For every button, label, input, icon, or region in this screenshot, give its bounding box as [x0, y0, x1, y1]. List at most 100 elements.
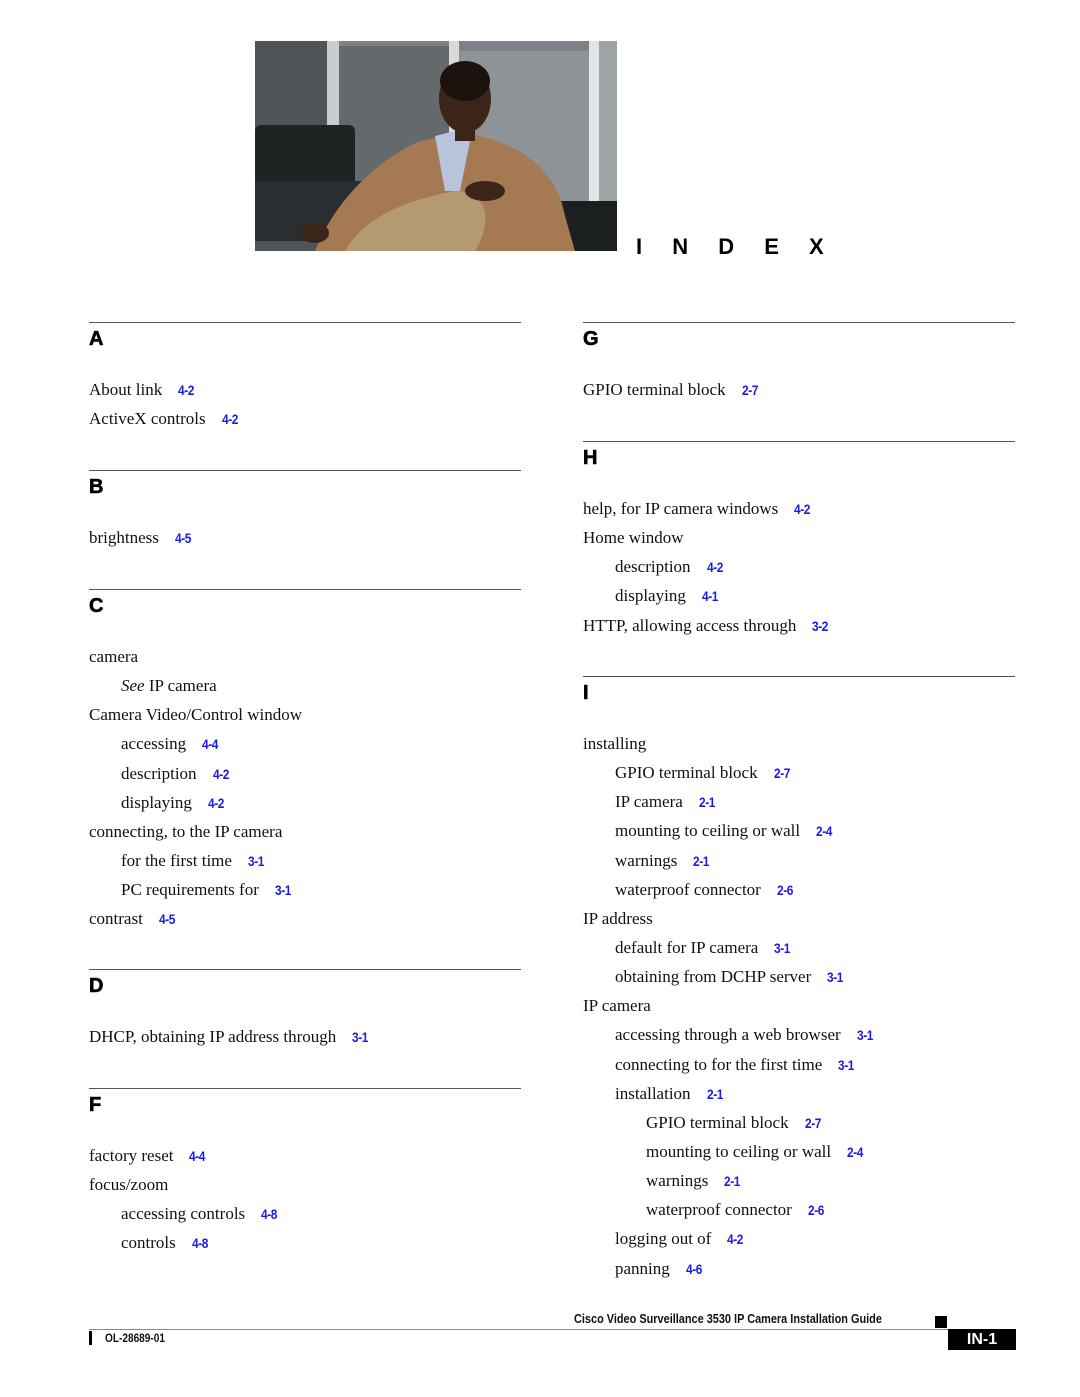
section-divider: [583, 322, 1015, 323]
section-letter: B: [89, 476, 104, 499]
index-entry: waterproof connector 2-6: [583, 1195, 1015, 1224]
entry-term: controls: [121, 1233, 176, 1253]
section-divider: [583, 676, 1015, 677]
entry-term: accessing controls: [121, 1204, 246, 1224]
index-entry: controls 4-8: [89, 1228, 521, 1257]
index-entry: About link 4-2: [89, 375, 521, 404]
page-reference-link[interactable]: 3-1: [857, 1021, 873, 1050]
page-reference-link[interactable]: 2-1: [699, 788, 715, 817]
page-reference-link[interactable]: 4-2: [707, 553, 723, 582]
index-entry: GPIO terminal block 2-7: [583, 1108, 1015, 1137]
page-reference-link[interactable]: 4-4: [189, 1142, 205, 1171]
entry-term: focus/zoom: [89, 1175, 169, 1195]
entry-term: GPIO terminal block: [615, 763, 758, 783]
section-letter: H: [583, 447, 598, 470]
page-reference-link[interactable]: 3-1: [774, 934, 790, 963]
page-reference-link[interactable]: 2-6: [808, 1196, 824, 1225]
page-reference-link[interactable]: 4-2: [208, 789, 224, 818]
section-letter: A: [89, 328, 104, 351]
section-letter: D: [89, 975, 104, 998]
entry-term: accessing: [121, 734, 187, 754]
section-divider: [89, 1088, 521, 1089]
page-reference-link[interactable]: 2-1: [707, 1080, 723, 1109]
page-reference-link[interactable]: 2-1: [724, 1167, 740, 1196]
index-entry: displaying 4-2: [89, 788, 521, 817]
page-reference-link[interactable]: 4-5: [159, 905, 175, 934]
page-reference-link[interactable]: 2-7: [774, 759, 790, 788]
entry-term: for the first time: [121, 850, 232, 870]
section-divider: [89, 969, 521, 970]
entry-list: help, for IP camera windows 4-2 Home windo…: [583, 494, 1015, 640]
entry-term: Camera Video/Control window: [89, 705, 303, 725]
entry-term: DHCP, obtaining IP address through: [89, 1027, 337, 1046]
index-entry: installation 2-1: [583, 1079, 1015, 1108]
entry-term: logging out of: [615, 1229, 712, 1249]
page-reference-link[interactable]: 3-1: [248, 847, 264, 876]
page-reference-link[interactable]: 4-2: [178, 376, 194, 405]
page-reference-link[interactable]: 2-6: [777, 876, 793, 905]
index-entry: brightness 4-5: [89, 523, 521, 552]
page-title: I N D E X: [636, 234, 836, 259]
entry-term: contrast: [89, 909, 143, 929]
page-reference-link[interactable]: 4-2: [222, 405, 238, 434]
entry-term: description: [615, 557, 691, 577]
entry-term: camera: [89, 647, 139, 666]
entry-term: About link: [89, 380, 163, 399]
entry-term: IP camera: [583, 996, 651, 1016]
index-entry: installing: [583, 729, 1015, 758]
entry-term: factory reset: [89, 1146, 174, 1165]
page-reference-link[interactable]: 4-8: [261, 1200, 277, 1229]
index-section-f: Ffactory reset 4-4 focus/zoom accessing con…: [89, 1088, 521, 1258]
page-reference-link[interactable]: 4-2: [213, 760, 229, 789]
page-reference-link[interactable]: 4-6: [686, 1255, 702, 1284]
section-divider: [583, 441, 1015, 442]
index-section-h: Hhelp, for IP camera windows 4-2 Home wind…: [583, 441, 1015, 640]
index-entry: connecting to for the first time 3-1: [583, 1050, 1015, 1079]
index-section-c: Ccamera See IP camera Camera Video/Control…: [89, 589, 521, 933]
entry-list: factory reset 4-4 focus/zoom accessing cont…: [89, 1141, 521, 1258]
page-reference-link[interactable]: 3-1: [352, 1023, 368, 1052]
entry-term: GPIO terminal block: [583, 380, 726, 399]
page-reference-link[interactable]: 3-1: [827, 963, 843, 992]
page-reference-link[interactable]: 2-7: [805, 1109, 821, 1138]
entry-list: About link 4-2 ActiveX controls 4-2: [89, 375, 521, 433]
index-entry: GPIO terminal block 2-7: [583, 375, 1015, 404]
page-reference-link[interactable]: 2-1: [693, 847, 709, 876]
entry-term: IP address: [583, 908, 653, 928]
entry-term: brightness: [89, 528, 159, 547]
entry-list: DHCP, obtaining IP address through 3-1: [89, 1022, 521, 1051]
page-reference-link[interactable]: 4-4: [202, 730, 218, 759]
page-reference-link[interactable]: 2-4: [816, 817, 832, 846]
index-entry: ActiveX controls 4-2: [89, 404, 521, 433]
footer-marker: [935, 1316, 947, 1328]
entry-list: brightness 4-5: [89, 523, 521, 552]
index-entry: connecting, to the IP camera: [89, 817, 521, 846]
section-divider: [89, 589, 521, 590]
index-entry: focus/zoom: [89, 1170, 521, 1199]
page-reference-link[interactable]: 3-2: [812, 612, 828, 641]
index-entry: waterproof connector 2-6: [583, 875, 1015, 904]
page-reference-link[interactable]: 3-1: [275, 876, 291, 905]
footer-divider: [89, 1329, 1016, 1330]
index-entry: description 4-2: [89, 759, 521, 788]
index-entry: PC requirements for 3-1: [89, 875, 521, 904]
entry-term: waterproof connector: [646, 1200, 792, 1220]
page-reference-link[interactable]: 4-2: [794, 495, 810, 524]
index-entry: camera: [89, 642, 521, 671]
page-reference-link[interactable]: 4-1: [702, 582, 718, 611]
entry-term: installing: [583, 734, 647, 753]
page-reference-link[interactable]: 4-5: [175, 524, 191, 553]
page-reference-link[interactable]: 4-8: [192, 1229, 208, 1258]
page-reference-link[interactable]: 2-7: [742, 376, 758, 405]
page-reference-link[interactable]: 2-4: [847, 1138, 863, 1167]
entry-term: connecting to for the first time: [615, 1054, 823, 1074]
entry-term: displaying: [121, 792, 192, 812]
entry-term: GPIO terminal block: [646, 1112, 789, 1132]
index-entry: HTTP, allowing access through 3-2: [583, 611, 1015, 640]
entry-term: description: [121, 763, 197, 783]
entry-term: panning: [615, 1258, 670, 1278]
entry-term: HTTP, allowing access through: [583, 615, 797, 635]
index-entry: description 4-2: [583, 552, 1015, 581]
page-reference-link[interactable]: 4-2: [727, 1225, 743, 1254]
page-reference-link[interactable]: 3-1: [838, 1051, 854, 1080]
